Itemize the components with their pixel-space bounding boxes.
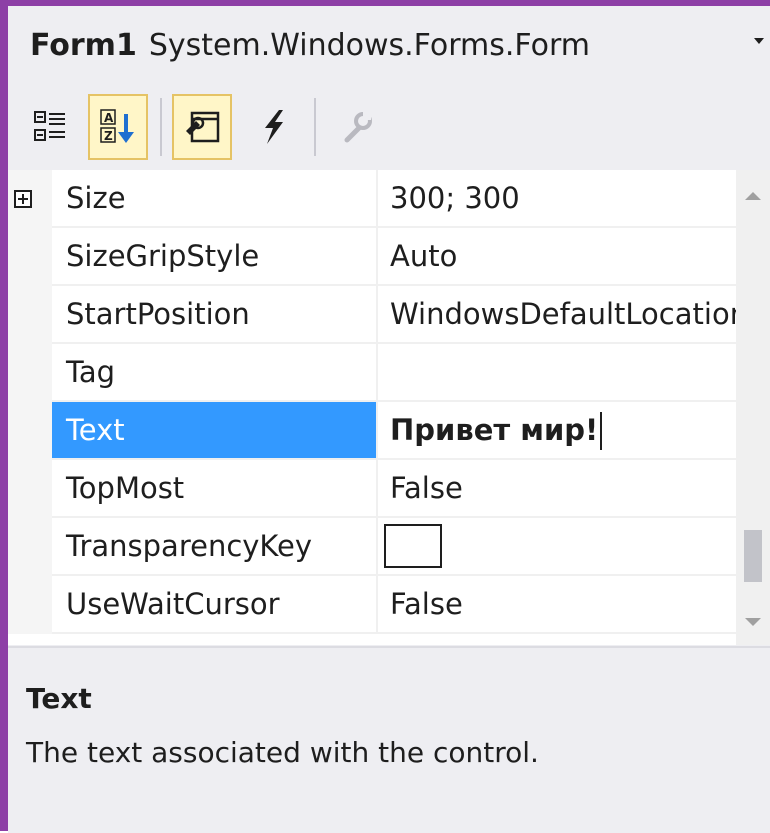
property-value-cell[interactable]: Auto: [378, 228, 736, 286]
alphabetical-icon: A Z: [100, 109, 134, 143]
row-gutter: [8, 344, 52, 402]
property-value-cell[interactable]: 300; 300: [378, 170, 736, 228]
object-selector[interactable]: Form1 System.Windows.Forms.Form: [8, 6, 770, 90]
events-icon: [265, 110, 283, 144]
property-name-cell[interactable]: UseWaitCursor: [52, 576, 378, 634]
property-name-cell[interactable]: TransparencyKey: [52, 518, 378, 576]
property-value-cell[interactable]: [378, 344, 736, 402]
property-row-size[interactable]: Size 300; 300: [8, 170, 736, 228]
property-row-sizegripstyle[interactable]: SizeGripStyle Auto: [8, 228, 736, 286]
toolbar-separator: [314, 98, 316, 156]
property-name: SizeGripStyle: [66, 239, 260, 273]
row-gutter: [8, 286, 52, 344]
properties-panel: Form1 System.Windows.Forms.Form A Z Size…: [8, 6, 770, 833]
property-row-tag[interactable]: Tag: [8, 344, 736, 402]
text-caret: [600, 412, 602, 450]
property-value: False: [390, 471, 463, 505]
property-value-cell[interactable]: False: [378, 460, 736, 518]
color-swatch: [384, 524, 442, 568]
events-button[interactable]: [244, 94, 304, 160]
row-gutter: [8, 402, 52, 460]
property-name-cell[interactable]: StartPosition: [52, 286, 378, 344]
property-value: False: [390, 587, 463, 621]
vertical-scrollbar[interactable]: [736, 170, 770, 645]
property-name: UseWaitCursor: [66, 587, 280, 621]
description-title: Text: [26, 682, 92, 715]
property-name: StartPosition: [66, 297, 250, 331]
alphabetical-button[interactable]: A Z: [88, 94, 148, 160]
categorized-icon: [34, 111, 65, 141]
row-gutter: [8, 518, 52, 576]
property-name: TopMost: [66, 471, 185, 505]
property-name: Size: [66, 181, 126, 215]
property-name-cell[interactable]: Text: [52, 402, 378, 460]
property-value-cell[interactable]: [378, 518, 736, 576]
property-name: Tag: [66, 355, 116, 389]
property-value-editor[interactable]: Привет мир!: [378, 402, 736, 460]
property-row-text[interactable]: Text Привет мир!: [8, 402, 736, 460]
window-accent-border: [0, 0, 8, 831]
toolbar-separator: [160, 98, 162, 156]
property-description-pane: Text The text associated with the contro…: [8, 646, 770, 833]
row-gutter: [8, 170, 52, 228]
property-row-usewaitcursor[interactable]: UseWaitCursor False: [8, 576, 736, 634]
scroll-down-arrow-icon[interactable]: [745, 618, 761, 626]
property-row-transparencykey[interactable]: TransparencyKey: [8, 518, 736, 576]
property-row-topmost[interactable]: TopMost False: [8, 460, 736, 518]
scroll-up-arrow-icon[interactable]: [745, 192, 761, 200]
row-gutter: [8, 228, 52, 286]
property-pages-button[interactable]: [326, 94, 386, 160]
object-selector-label: Form1 System.Windows.Forms.Form: [30, 28, 590, 63]
property-value-cell[interactable]: False: [378, 576, 736, 634]
object-name: Form1: [30, 28, 137, 63]
object-type: System.Windows.Forms.Form: [148, 28, 590, 63]
property-value: 300; 300: [390, 181, 520, 215]
scroll-thumb[interactable]: [744, 530, 762, 582]
property-value: WindowsDefaultLocation: [390, 297, 736, 331]
categorized-button[interactable]: [20, 94, 80, 160]
properties-icon: [186, 111, 220, 143]
property-value: Auto: [390, 239, 458, 273]
property-name-cell[interactable]: Tag: [52, 344, 378, 402]
property-name: TransparencyKey: [66, 529, 313, 563]
description-text: The text associated with the control.: [26, 736, 539, 769]
svg-text:Z: Z: [104, 129, 113, 143]
row-gutter: [8, 576, 52, 634]
property-name-cell[interactable]: SizeGripStyle: [52, 228, 378, 286]
property-value-cell[interactable]: WindowsDefaultLocation: [378, 286, 736, 344]
property-value-input[interactable]: Привет мир!: [390, 413, 598, 447]
properties-window: Form1 System.Windows.Forms.Form A Z Size…: [0, 0, 770, 833]
properties-button[interactable]: [172, 94, 232, 160]
property-name: Text: [66, 413, 125, 447]
property-name-cell[interactable]: TopMost: [52, 460, 378, 518]
svg-text:A: A: [104, 111, 114, 125]
chevron-down-icon[interactable]: [754, 38, 764, 44]
property-row-startposition[interactable]: StartPosition WindowsDefaultLocation: [8, 286, 736, 344]
properties-toolbar: A Z: [8, 90, 770, 170]
property-pages-icon: [344, 112, 372, 143]
expand-plus-icon[interactable]: [14, 190, 32, 208]
row-gutter: [8, 460, 52, 518]
property-name-cell[interactable]: Size: [52, 170, 378, 228]
property-grid: Size 300; 300 SizeGripStyle Auto StartPo: [8, 170, 770, 645]
